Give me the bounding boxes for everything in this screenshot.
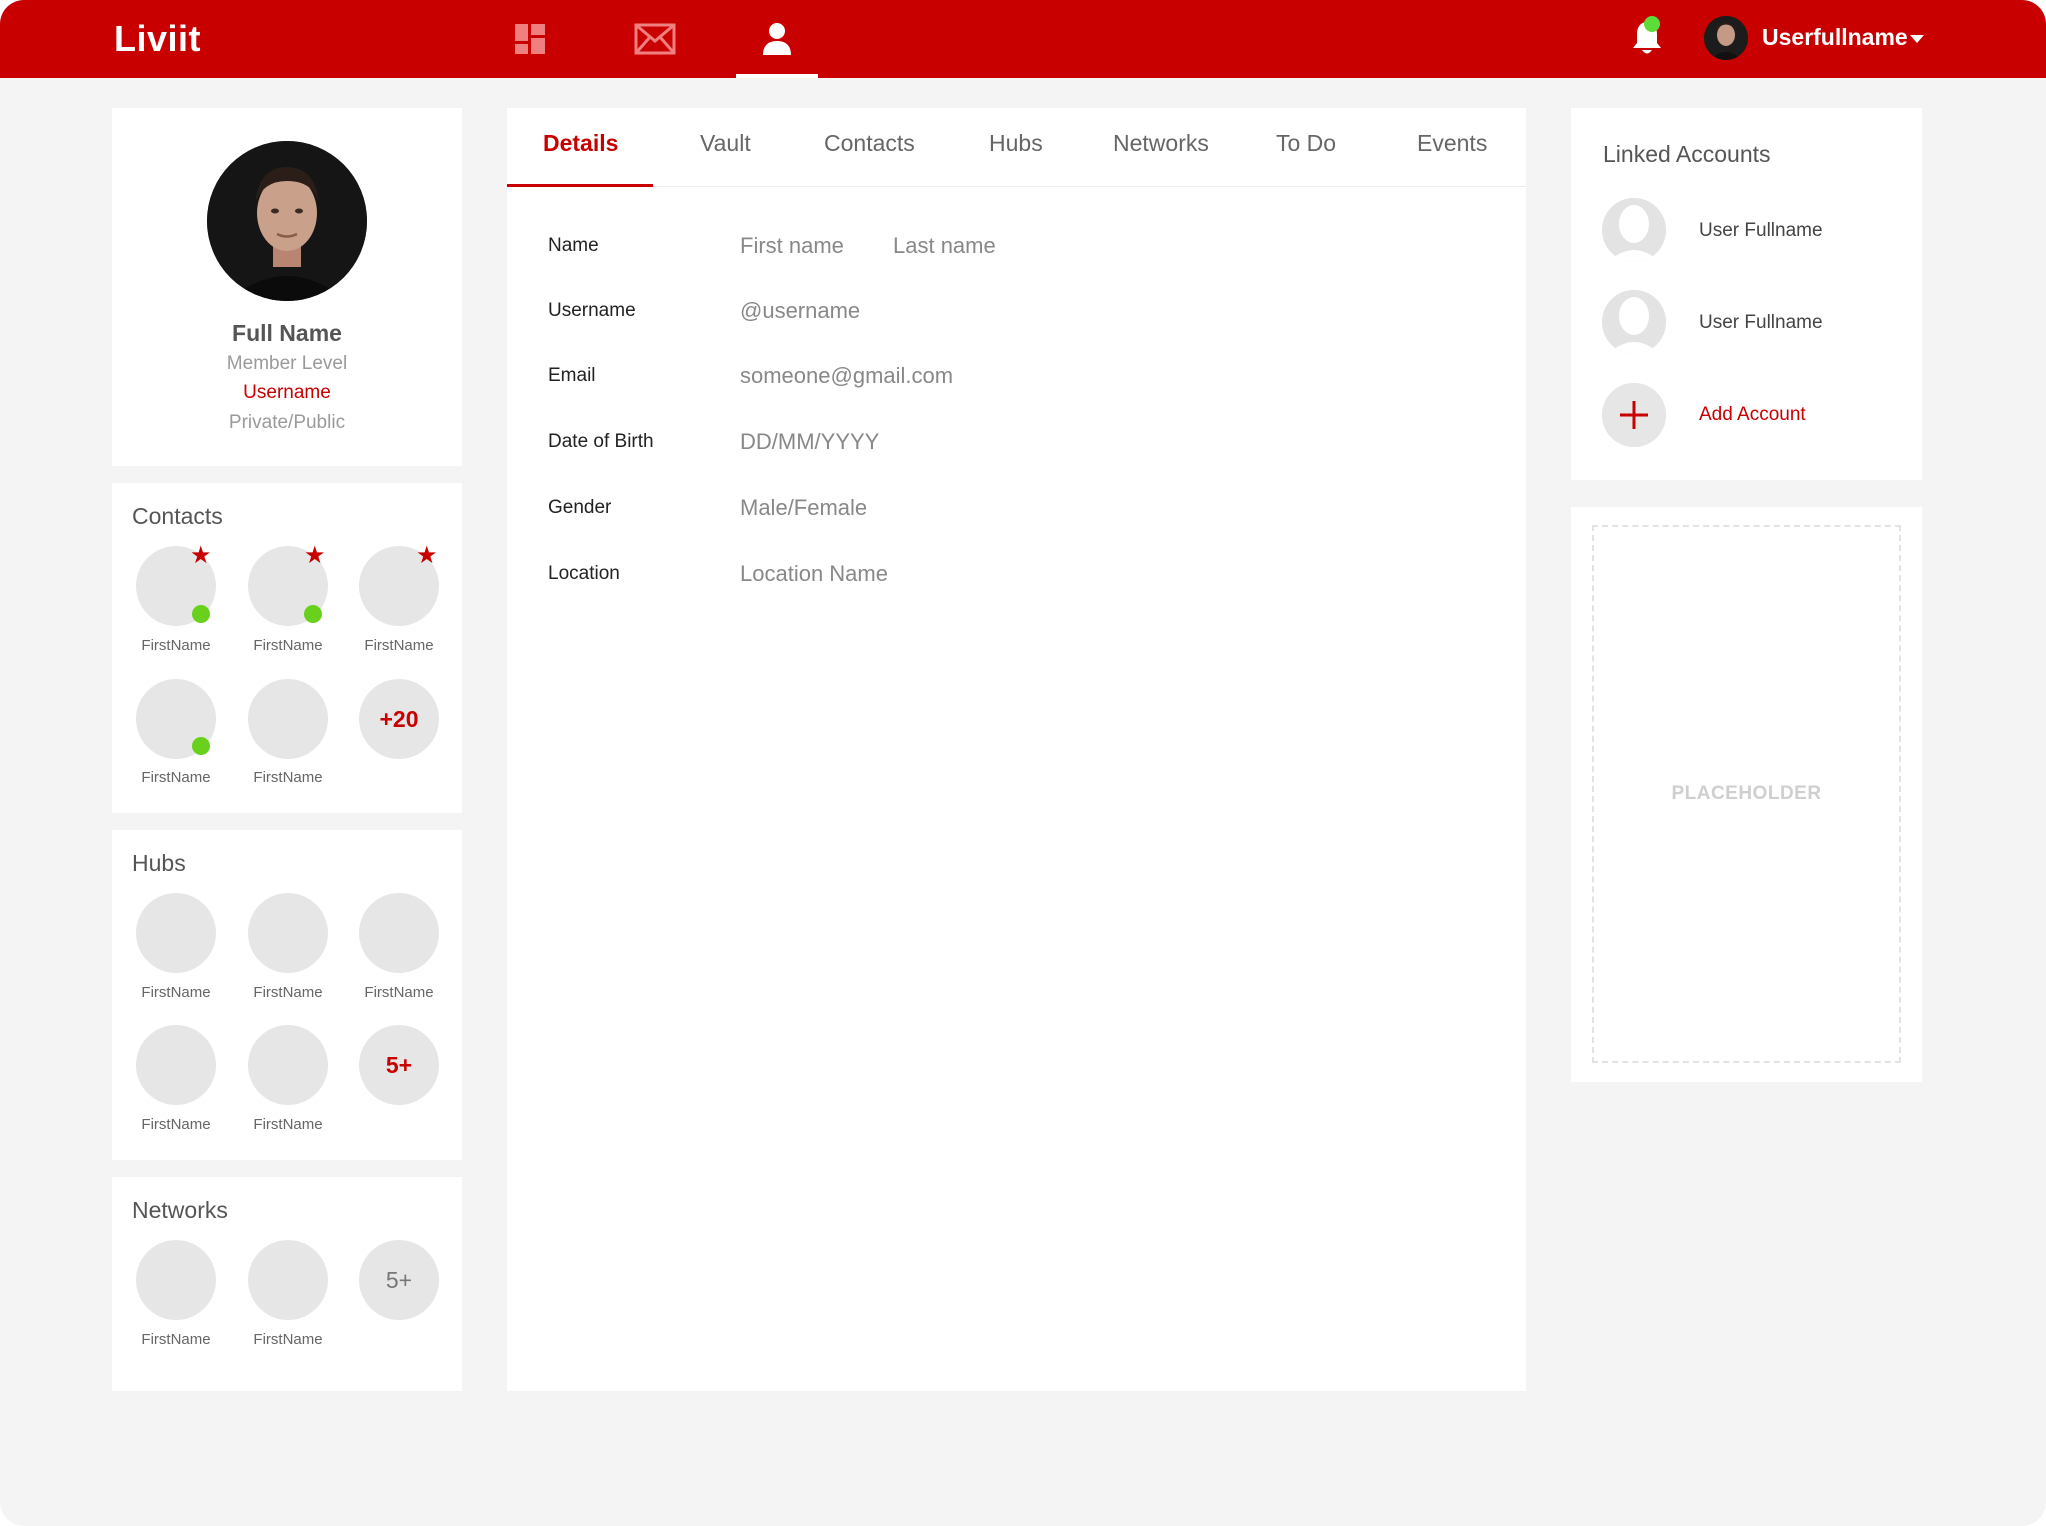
details-panel	[507, 108, 1526, 1391]
gender-label: Gender	[548, 497, 612, 518]
hub-avatar[interactable]	[248, 893, 328, 973]
network-avatar[interactable]	[136, 1240, 216, 1320]
contacts-title: Contacts	[132, 503, 223, 529]
top-navigation-bar: Liviit Userfullname	[0, 0, 2046, 78]
tab-contacts[interactable]: Contacts	[824, 130, 915, 157]
user-menu-name[interactable]: Userfullname	[1762, 24, 1908, 51]
contact-avatar[interactable]	[248, 679, 328, 759]
linked-account-name[interactable]: User Fullname	[1699, 312, 1823, 334]
user-avatar[interactable]	[1704, 16, 1748, 60]
hub-avatar[interactable]	[248, 1025, 328, 1105]
networks-title: Networks	[132, 1197, 228, 1223]
ad-placeholder: PLACEHOLDER	[1592, 525, 1901, 1063]
hub-name: FirstName	[364, 984, 434, 1001]
dashboard-icon	[515, 24, 545, 54]
tab-hubs[interactable]: Hubs	[989, 130, 1043, 157]
contacts-more-count: +20	[379, 705, 419, 732]
last-name-field[interactable]: Last name	[893, 233, 996, 259]
contact-name: FirstName	[141, 769, 211, 786]
profile-portrait	[207, 141, 367, 301]
networks-more-count: 5+	[385, 1266, 413, 1293]
notification-dot	[1644, 16, 1660, 32]
user-placeholder-avatar[interactable]	[1602, 198, 1666, 262]
linked-account-name[interactable]: User Fullname	[1699, 220, 1823, 242]
username-label: Username	[548, 300, 636, 321]
active-tab-indicator	[507, 184, 653, 187]
avatar-portrait	[1704, 16, 1748, 60]
profile-member-level: Member Level	[226, 353, 348, 374]
online-status-dot	[192, 605, 210, 623]
contact-name: FirstName	[141, 637, 211, 654]
tab-details[interactable]: Details	[543, 130, 618, 157]
app-frame: Liviit Userfullname Full Name Member Lev…	[0, 0, 2046, 1526]
profile-privacy: Private/Public	[228, 412, 346, 433]
network-avatar[interactable]	[248, 1240, 328, 1320]
first-name-field[interactable]: First name	[740, 233, 844, 259]
placeholder-text: PLACEHOLDER	[1671, 783, 1822, 804]
star-icon: ★	[190, 542, 212, 569]
hub-name: FirstName	[253, 1116, 323, 1133]
user-placeholder-avatar[interactable]	[1602, 290, 1666, 354]
nav-active-indicator	[736, 74, 818, 78]
location-label: Location	[548, 563, 620, 584]
user-silhouette-icon	[1602, 290, 1666, 354]
hubs-more-count: 5+	[385, 1051, 413, 1078]
nav-dashboard[interactable]	[510, 14, 550, 64]
linked-accounts-title: Linked Accounts	[1603, 141, 1771, 167]
profile-icon	[763, 23, 791, 55]
nav-profile[interactable]	[757, 14, 797, 64]
hub-name: FirstName	[253, 984, 323, 1001]
star-icon: ★	[416, 542, 438, 569]
profile-username-link[interactable]: Username	[112, 382, 462, 404]
tab-todo[interactable]: To Do	[1276, 130, 1336, 157]
hub-name: FirstName	[141, 1116, 211, 1133]
hub-name: FirstName	[141, 984, 211, 1001]
dob-label: Date of Birth	[548, 431, 654, 452]
network-name: FirstName	[141, 1331, 211, 1348]
brand-logo[interactable]: Liviit	[114, 18, 201, 60]
add-account-link[interactable]: Add Account	[1699, 404, 1806, 426]
hubs-more-button[interactable]: 5+	[359, 1025, 439, 1105]
mail-icon	[634, 23, 676, 55]
contacts-more-button[interactable]: +20	[359, 679, 439, 759]
username-field[interactable]: @username	[740, 298, 860, 324]
profile-photo[interactable]	[207, 141, 367, 301]
contact-name: FirstName	[253, 637, 323, 654]
chevron-down-icon[interactable]	[1910, 35, 1924, 43]
gender-field[interactable]: Male/Female	[740, 495, 867, 521]
hub-avatar[interactable]	[359, 893, 439, 973]
plus-icon	[1602, 383, 1666, 447]
star-icon: ★	[304, 542, 326, 569]
user-silhouette-icon	[1602, 198, 1666, 262]
tab-networks[interactable]: Networks	[1113, 130, 1209, 157]
profile-full-name: Full Name	[232, 320, 342, 346]
nav-messages[interactable]	[632, 14, 678, 64]
tab-vault[interactable]: Vault	[700, 130, 751, 157]
contact-name: FirstName	[253, 769, 323, 786]
name-label: Name	[548, 235, 599, 256]
online-status-dot	[192, 737, 210, 755]
add-account-button[interactable]	[1602, 383, 1666, 447]
email-label: Email	[548, 365, 596, 386]
online-status-dot	[304, 605, 322, 623]
network-name: FirstName	[253, 1331, 323, 1348]
tab-events[interactable]: Events	[1417, 130, 1487, 157]
location-field[interactable]: Location Name	[740, 561, 888, 587]
contact-name: FirstName	[364, 637, 434, 654]
networks-more-button[interactable]: 5+	[359, 1240, 439, 1320]
hub-avatar[interactable]	[136, 893, 216, 973]
dob-field[interactable]: DD/MM/YYYY	[740, 429, 879, 455]
hub-avatar[interactable]	[136, 1025, 216, 1105]
tabs-divider	[507, 186, 1526, 187]
hubs-title: Hubs	[132, 850, 186, 876]
email-field[interactable]: someone@gmail.com	[740, 363, 953, 389]
